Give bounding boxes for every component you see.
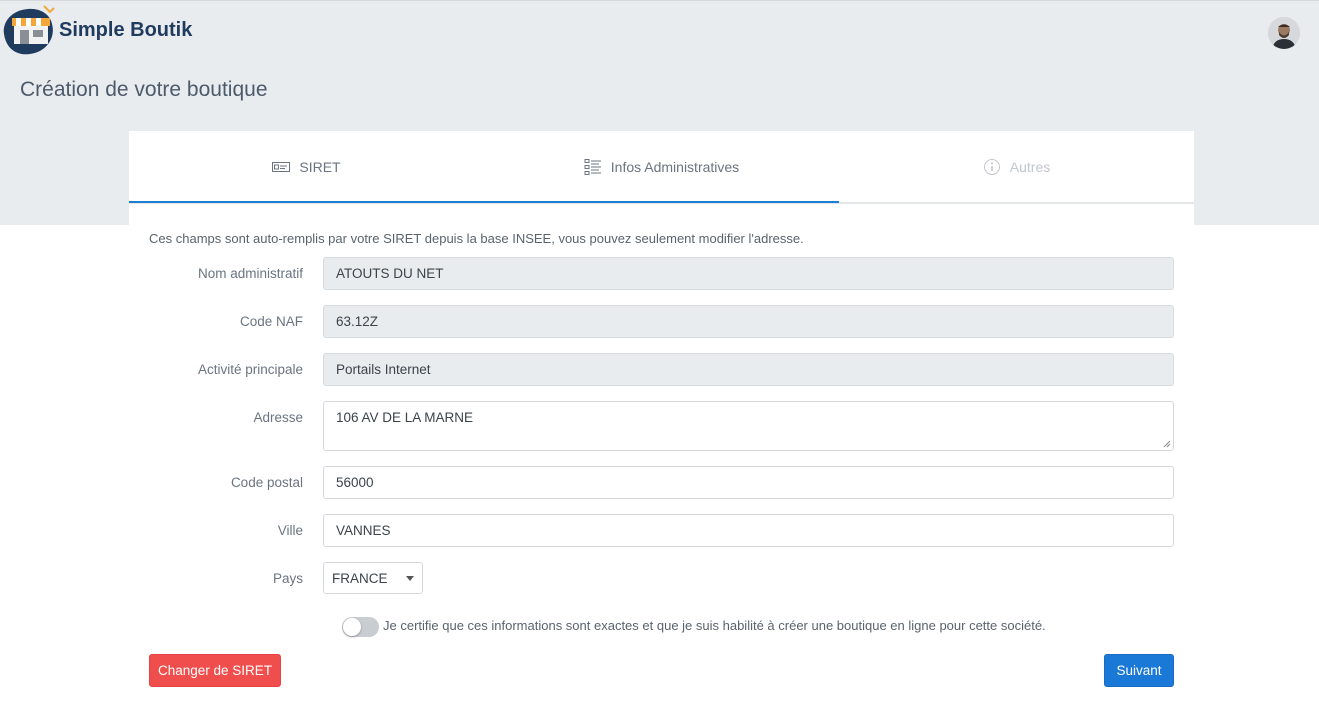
activite-principale-value: Portails Internet xyxy=(336,362,431,377)
next-button[interactable]: Suivant xyxy=(1104,654,1174,687)
brand-name: Simple Boutik xyxy=(59,19,193,41)
form-intro-text: Ces champs sont auto-remplis par votre S… xyxy=(149,231,804,246)
code-postal-input[interactable]: 56000 xyxy=(323,466,1174,499)
pays-select[interactable]: FRANCE xyxy=(323,562,423,594)
code-naf-field: 63.12Z xyxy=(323,305,1174,338)
id-card-icon xyxy=(272,161,291,173)
ville-label: Ville xyxy=(277,523,303,538)
nom-administratif-label: Nom administratif xyxy=(197,266,303,281)
tab-autres-label: Autres xyxy=(1009,158,1051,175)
tab-siret-label: SIRET xyxy=(299,158,341,175)
code-naf-value: 63.12Z xyxy=(336,314,379,329)
adresse-value: 106 AV DE LA MARNE xyxy=(336,410,474,425)
tab-siret[interactable]: SIRET xyxy=(129,131,484,202)
code-postal-label: Code postal xyxy=(230,475,303,490)
activite-principale-label: Activité principale xyxy=(197,362,303,377)
adresse-textarea[interactable]: 106 AV DE LA MARNE xyxy=(323,401,1174,451)
tab-autres[interactable]: Autres xyxy=(839,131,1194,202)
certify-toggle[interactable] xyxy=(342,617,379,637)
nom-administratif-value: ATOUTS DU NET xyxy=(336,266,444,281)
code-naf-label: Code NAF xyxy=(239,314,303,329)
adresse-label: Adresse xyxy=(253,410,303,425)
info-icon xyxy=(983,158,1001,176)
tab-infos-label: Infos Administratives xyxy=(610,158,740,175)
pays-value: FRANCE xyxy=(332,570,388,586)
active-tab-indicator xyxy=(129,201,839,203)
activite-principale-field: Portails Internet xyxy=(323,353,1174,386)
page-title: Création de votre boutique xyxy=(20,78,268,101)
certify-text: Je certifie que ces informations sont ex… xyxy=(383,618,1046,633)
nom-administratif-field: ATOUTS DU NET xyxy=(323,257,1174,290)
shop-logo-icon xyxy=(3,5,55,55)
user-avatar[interactable] xyxy=(1268,17,1300,49)
user-photo-icon xyxy=(1268,17,1300,49)
chevron-down-icon xyxy=(406,575,414,581)
pays-label: Pays xyxy=(272,571,303,586)
ville-input[interactable]: VANNES xyxy=(323,514,1174,547)
change-siret-button[interactable]: Changer de SIRET xyxy=(149,654,281,687)
wizard-tabs: SIRET Infos Administratives Autres xyxy=(129,131,1194,204)
code-postal-value: 56000 xyxy=(336,475,374,490)
tab-infos-administratives[interactable]: Infos Administratives xyxy=(484,131,839,202)
ville-value: VANNES xyxy=(336,523,391,538)
toggle-knob xyxy=(343,618,361,636)
resize-grip-icon[interactable] xyxy=(1163,440,1171,448)
list-icon xyxy=(584,158,602,176)
